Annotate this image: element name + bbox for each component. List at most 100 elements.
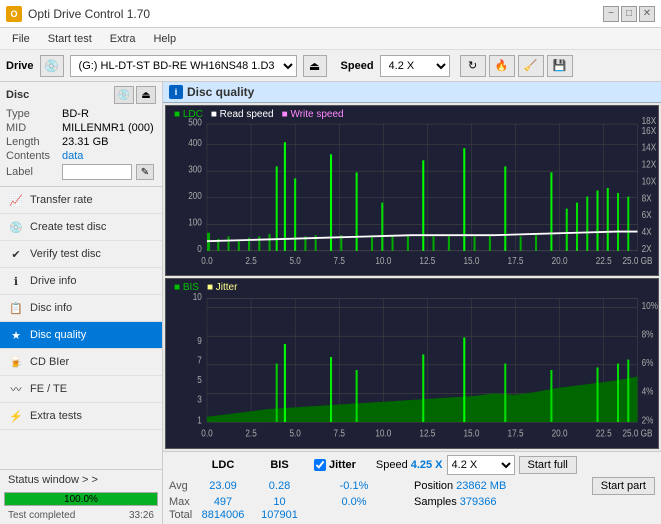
max-jitter: 0.0% [341, 496, 366, 508]
disc-contents-row: Contents data [6, 150, 156, 162]
svg-text:6X: 6X [642, 210, 652, 221]
status-window-button[interactable]: Status window > > [0, 470, 162, 490]
svg-text:7: 7 [197, 355, 202, 366]
burn-button[interactable]: 🔥 [489, 55, 515, 77]
menu-file[interactable]: File [4, 31, 38, 47]
drive-label: Drive [6, 60, 34, 72]
svg-text:20.0: 20.0 [552, 256, 568, 267]
disc-quality-icon: ★ [8, 327, 24, 343]
disc-info-icon: 📋 [8, 300, 24, 316]
sidebar-item-verify-test-disc[interactable]: ✔ Verify test disc [0, 241, 162, 268]
start-part-button[interactable]: Start part [592, 477, 655, 495]
writespeed-legend-item: ■ Write speed [282, 109, 344, 120]
sidebar-item-create-test-disc[interactable]: 💿 Create test disc [0, 214, 162, 241]
fe-te-icon: 〰 [8, 381, 24, 397]
svg-text:25.0 GB: 25.0 GB [622, 256, 652, 267]
svg-text:1: 1 [197, 414, 202, 425]
svg-text:16X: 16X [642, 125, 657, 136]
drive-bar: Drive 💿 (G:) HL-DT-ST BD-RE WH16NS48 1.D… [0, 50, 661, 82]
max-label: Max [169, 496, 189, 508]
stats-panel: LDC BIS Jitter Speed 4.25 X 4.2 X Start … [163, 451, 661, 524]
svg-text:400: 400 [188, 137, 202, 148]
window-controls: − □ ✕ [603, 6, 655, 22]
sidebar-item-label: Extra tests [30, 410, 82, 422]
svg-text:9: 9 [197, 335, 202, 346]
svg-text:17.5: 17.5 [508, 427, 524, 438]
label-edit-button[interactable]: ✎ [136, 164, 154, 180]
sidebar-item-label: CD BIer [30, 356, 69, 368]
save-button[interactable]: 💾 [547, 55, 573, 77]
sidebar-item-disc-info[interactable]: 📋 Disc info [0, 295, 162, 322]
eject-button[interactable]: ⏏ [303, 55, 327, 77]
disc-label-input[interactable] [62, 164, 132, 180]
avg-ldc: 23.09 [193, 480, 253, 492]
svg-text:15.0: 15.0 [463, 256, 479, 267]
disc-eject-button[interactable]: ⏏ [136, 86, 156, 104]
start-full-button[interactable]: Start full [519, 456, 577, 474]
disc-length-value: 23.31 GB [62, 136, 108, 148]
title-bar-left: O Opti Drive Control 1.70 [6, 6, 150, 22]
avg-label: Avg [169, 480, 189, 492]
svg-text:12.5: 12.5 [419, 256, 435, 267]
svg-text:22.5: 22.5 [596, 256, 612, 267]
app-icon: O [6, 6, 22, 22]
sidebar-item-extra-tests[interactable]: ⚡ Extra tests [0, 403, 162, 430]
speed-value: 4.25 X [411, 459, 443, 471]
svg-text:7.5: 7.5 [334, 427, 345, 438]
total-label: Total [169, 509, 189, 521]
svg-text:10%: 10% [642, 300, 658, 311]
sidebar: Disc 💿 ⏏ Type BD-R MID MILLENMR1 (000) L… [0, 82, 163, 524]
close-button[interactable]: ✕ [639, 6, 655, 22]
jitter-checkbox[interactable] [314, 459, 326, 471]
erase-button[interactable]: 🧹 [518, 55, 544, 77]
minimize-button[interactable]: − [603, 6, 619, 22]
sidebar-item-transfer-rate[interactable]: 📈 Transfer rate [0, 187, 162, 214]
refresh-button[interactable]: ↻ [460, 55, 486, 77]
cd-bier-icon: 🍺 [8, 354, 24, 370]
sidebar-item-cd-bier[interactable]: 🍺 CD BIer [0, 349, 162, 376]
verify-test-disc-icon: ✔ [8, 246, 24, 262]
sidebar-item-label: Verify test disc [30, 248, 101, 260]
progress-text: 100.0% [5, 493, 157, 507]
svg-text:0.0: 0.0 [201, 427, 212, 438]
disc-panel: Disc 💿 ⏏ Type BD-R MID MILLENMR1 (000) L… [0, 82, 162, 187]
menu-help[interactable]: Help [145, 31, 184, 47]
chart2-svg: 1 3 5 7 9 10 2% 4% 6% 8% 10% 0.0 2.5 5.0 [166, 279, 658, 448]
drive-info-icon: ℹ [8, 273, 24, 289]
drive-icon-button[interactable]: 💿 [40, 55, 64, 77]
total-ldc: 8814006 [193, 509, 253, 521]
menu-starttest[interactable]: Start test [40, 31, 100, 47]
avg-jitter: -0.1% [340, 480, 369, 492]
disc-contents-label: Contents [6, 150, 58, 162]
speed-select-bottom[interactable]: 4.2 X [447, 455, 515, 475]
disc-type-row: Type BD-R [6, 108, 156, 120]
svg-text:0.0: 0.0 [201, 256, 212, 267]
disc-img-button[interactable]: 💿 [114, 86, 134, 104]
speed-select[interactable]: 4.2 X [380, 55, 450, 77]
svg-text:4%: 4% [642, 386, 654, 397]
svg-text:2.5: 2.5 [245, 256, 256, 267]
readspeed-legend-item: ■ Read speed [211, 109, 274, 120]
svg-text:0: 0 [197, 243, 202, 254]
status-time: 33:26 [125, 509, 158, 523]
menu-extra[interactable]: Extra [102, 31, 144, 47]
svg-text:18X: 18X [642, 115, 657, 126]
svg-text:12X: 12X [642, 159, 657, 170]
svg-text:22.5: 22.5 [596, 427, 612, 438]
svg-text:2%: 2% [642, 414, 654, 425]
sidebar-item-fe-te[interactable]: 〰 FE / TE [0, 376, 162, 403]
disc-mid-value: MILLENMR1 (000) [62, 122, 154, 134]
maximize-button[interactable]: □ [621, 6, 637, 22]
svg-text:2.5: 2.5 [245, 427, 256, 438]
speed-label: Speed [341, 60, 374, 72]
svg-text:5.0: 5.0 [289, 256, 300, 267]
status-completed-text: Test completed [4, 509, 79, 523]
sidebar-nav: 📈 Transfer rate 💿 Create test disc ✔ Ver… [0, 187, 162, 469]
svg-text:20.0: 20.0 [552, 427, 568, 438]
disc-icons: 💿 ⏏ [114, 86, 156, 104]
sidebar-item-drive-info[interactable]: ℹ Drive info [0, 268, 162, 295]
chart1-svg: 0 100 200 300 400 500 2X 4X 6X 8X 10X 12… [166, 106, 658, 275]
main-content: i Disc quality ■ LDC ■ Read speed ■ Writ… [163, 82, 661, 524]
drive-select[interactable]: (G:) HL-DT-ST BD-RE WH16NS48 1.D3 [70, 55, 297, 77]
sidebar-item-disc-quality[interactable]: ★ Disc quality [0, 322, 162, 349]
